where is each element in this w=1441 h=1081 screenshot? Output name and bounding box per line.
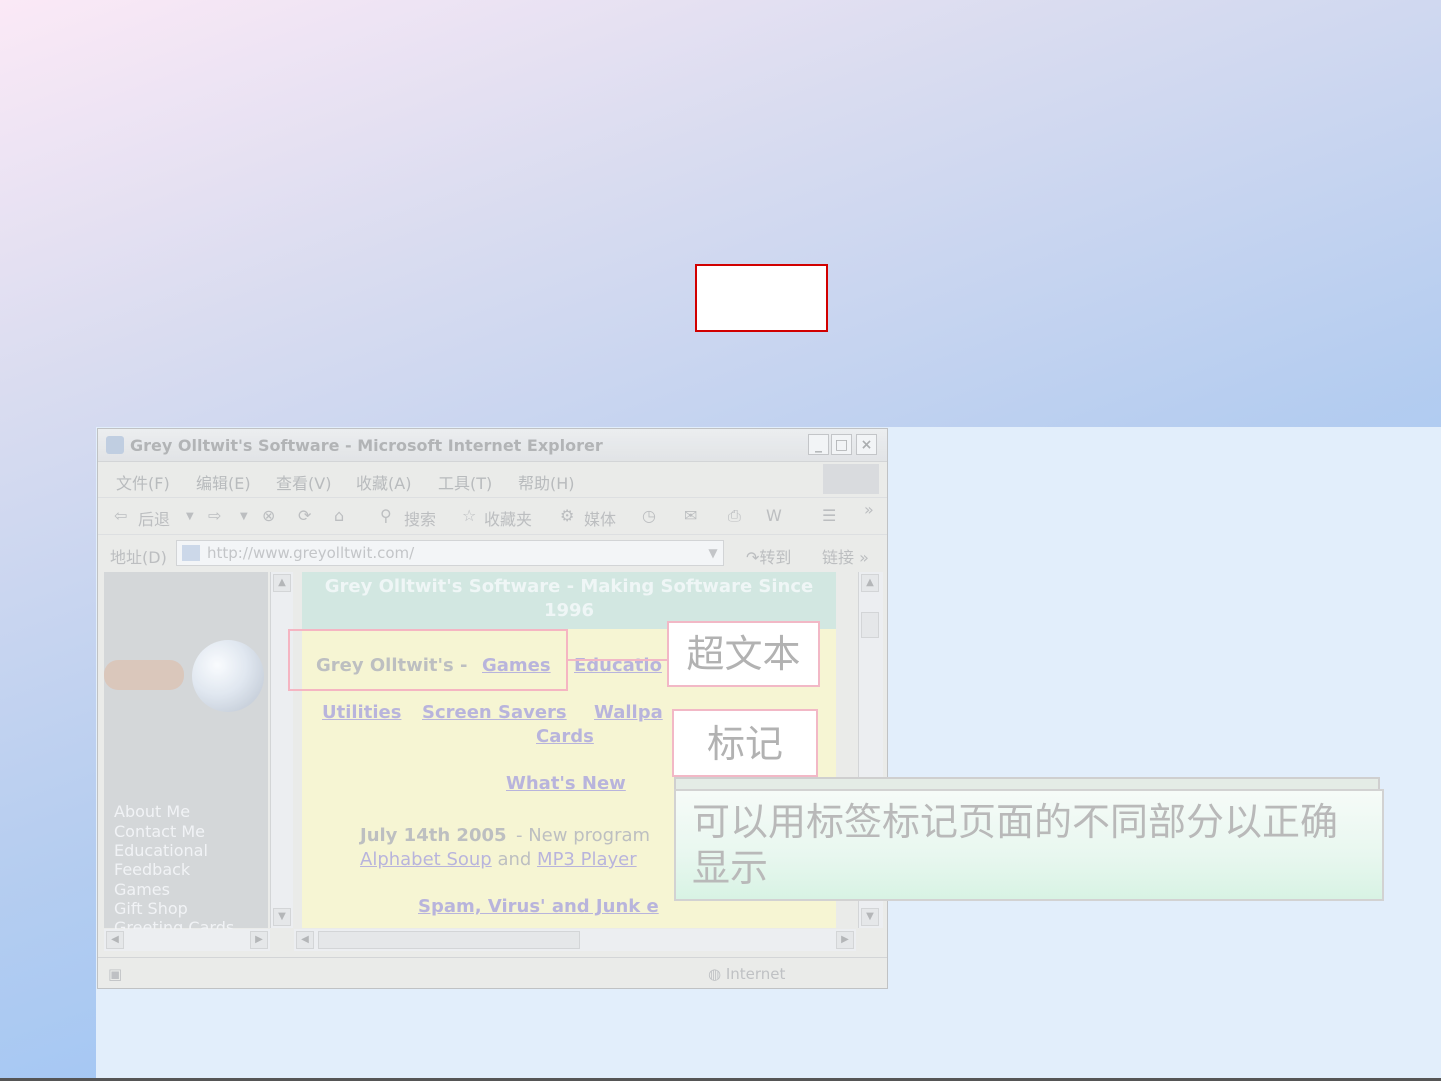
main-scroll-up-icon[interactable]: ▲ bbox=[861, 574, 879, 592]
mp3-player-link[interactable]: MP3 Player bbox=[537, 849, 637, 870]
left-frame: About Me Contact Me Educational Feedback… bbox=[104, 572, 268, 937]
forward-arrow-icon[interactable]: ⇨ bbox=[208, 506, 221, 525]
main-horizontal-scrollbar[interactable]: ◀ ▶ bbox=[294, 929, 856, 951]
media-button[interactable]: 媒体 bbox=[584, 506, 616, 530]
back-dropdown-icon[interactable]: ▼ bbox=[186, 511, 194, 522]
discuss-icon[interactable]: ☰ bbox=[822, 506, 836, 525]
main-scroll-down-icon[interactable]: ▼ bbox=[861, 908, 879, 926]
menu-view[interactable]: 查看(V) bbox=[276, 470, 331, 494]
news-links: Alphabet Soup and MP3 Player bbox=[360, 849, 637, 870]
window-title: Grey Olltwit's Software - Microsoft Inte… bbox=[130, 436, 603, 455]
stop-icon[interactable]: ⊗ bbox=[262, 506, 275, 525]
menu-help[interactable]: 帮助(H) bbox=[518, 470, 575, 494]
menu-favorites[interactable]: 收藏(A) bbox=[356, 470, 411, 494]
scroll-up-icon[interactable]: ▲ bbox=[273, 574, 291, 592]
h-scroll-left-icon[interactable]: ◀ bbox=[106, 931, 124, 949]
left-frame-scrollbar[interactable]: ▲ ▼ bbox=[270, 572, 293, 928]
utilities-link[interactable]: Utilities bbox=[322, 702, 401, 723]
alphabet-soup-link[interactable]: Alphabet Soup bbox=[360, 849, 492, 870]
brand-highlight-box bbox=[288, 629, 568, 691]
news-and: and bbox=[491, 849, 538, 870]
search-icon[interactable]: ⚲ bbox=[380, 506, 392, 525]
left-horizontal-scrollbar[interactable]: ◀ ▶ bbox=[104, 929, 270, 951]
spam-link[interactable]: Spam, Virus' and Junk e bbox=[418, 896, 659, 917]
address-dropdown-icon[interactable]: ▼ bbox=[702, 540, 724, 566]
back-button[interactable]: 后退 bbox=[138, 506, 170, 530]
address-url: http://www.greyolltwit.com/ bbox=[207, 544, 415, 562]
status-zone: ◍ Internet bbox=[708, 965, 786, 983]
page-icon bbox=[182, 545, 200, 561]
favorites-icon[interactable]: ☆ bbox=[462, 506, 476, 525]
ie-icon bbox=[106, 436, 124, 454]
menu-tools[interactable]: 工具(T) bbox=[438, 470, 492, 494]
description-note: 可以用标签标记页面的不同部分以正确显示 bbox=[674, 789, 1384, 901]
home-icon[interactable]: ⌂ bbox=[334, 506, 344, 525]
address-input[interactable]: http://www.greyolltwit.com/ bbox=[176, 540, 724, 566]
cards-link[interactable]: Cards bbox=[536, 726, 594, 747]
close-button[interactable]: × bbox=[856, 434, 877, 455]
news-date: July 14th 2005 bbox=[360, 825, 507, 846]
mail-icon[interactable]: ✉ bbox=[684, 506, 697, 525]
hand-image bbox=[104, 660, 184, 690]
whats-new-link[interactable]: What's New bbox=[506, 773, 626, 794]
back-arrow-icon[interactable]: ⇦ bbox=[114, 506, 127, 525]
links-label: 链接 bbox=[822, 548, 855, 567]
address-label: 地址(D) bbox=[110, 548, 167, 567]
toolbar-more-icon[interactable]: » bbox=[864, 500, 874, 519]
markup-callout: 标记 bbox=[672, 709, 818, 777]
forward-dropdown-icon[interactable]: ▼ bbox=[240, 511, 248, 522]
history-icon[interactable]: ◷ bbox=[642, 506, 656, 525]
scroll-down-icon[interactable]: ▼ bbox=[273, 908, 291, 926]
status-page-icon: ▣ bbox=[108, 965, 123, 983]
title-placeholder-box bbox=[695, 264, 828, 332]
status-bar: ▣ ◍ Internet bbox=[98, 957, 887, 990]
toolbar: ⇦ 后退 ▼ ⇨ ▼ ⊗ ⟳ ⌂ ⚲ 搜索 ☆ 收藏夹 ⚙ 媒体 ◷ ✉ ⎙ W… bbox=[98, 497, 887, 534]
go-button[interactable]: ↷转到 bbox=[746, 544, 791, 568]
status-zone-label: Internet bbox=[725, 965, 786, 983]
nav-educational[interactable]: Educational bbox=[114, 841, 208, 860]
main-h-scroll-right-icon[interactable]: ▶ bbox=[836, 931, 854, 949]
nav-games[interactable]: Games bbox=[114, 880, 170, 899]
print-icon[interactable]: ⎙ bbox=[728, 506, 741, 526]
search-button[interactable]: 搜索 bbox=[404, 506, 436, 530]
nav-feedback[interactable]: Feedback bbox=[114, 860, 190, 879]
main-h-scroll-thumb[interactable] bbox=[318, 931, 580, 949]
links-button[interactable]: 链接 » bbox=[822, 544, 869, 568]
news-text: - New program bbox=[516, 825, 651, 846]
menu-bar: 文件(F) 编辑(E) 查看(V) 收藏(A) 工具(T) 帮助(H) bbox=[98, 462, 887, 496]
maximize-button[interactable]: □ bbox=[831, 434, 852, 455]
main-scroll-thumb[interactable] bbox=[861, 612, 879, 638]
globe-image bbox=[192, 640, 264, 712]
screen-savers-link[interactable]: Screen Savers bbox=[422, 702, 567, 723]
windows-logo-icon bbox=[823, 464, 879, 494]
menu-edit[interactable]: 编辑(E) bbox=[196, 470, 251, 494]
hypertext-connector bbox=[568, 659, 668, 661]
favorites-button[interactable]: 收藏夹 bbox=[484, 506, 532, 530]
h-scroll-right-icon[interactable]: ▶ bbox=[250, 931, 268, 949]
menu-file[interactable]: 文件(F) bbox=[116, 470, 170, 494]
edit-word-icon[interactable]: W bbox=[766, 506, 782, 525]
main-h-scroll-left-icon[interactable]: ◀ bbox=[296, 931, 314, 949]
minimize-button[interactable]: _ bbox=[808, 434, 829, 455]
go-label: 转到 bbox=[759, 548, 792, 567]
nav-gift-shop[interactable]: Gift Shop bbox=[114, 899, 188, 918]
address-bar: 地址(D) http://www.greyolltwit.com/ ▼ ↷转到 … bbox=[98, 534, 887, 571]
hypertext-callout: 超文本 bbox=[667, 621, 820, 687]
nav-about-me[interactable]: About Me bbox=[114, 802, 190, 821]
wallpapers-link[interactable]: Wallpa bbox=[594, 702, 663, 723]
refresh-icon[interactable]: ⟳ bbox=[298, 506, 311, 525]
nav-contact-me[interactable]: Contact Me bbox=[114, 822, 205, 841]
media-icon[interactable]: ⚙ bbox=[560, 506, 574, 525]
title-bar: Grey Olltwit's Software - Microsoft Inte… bbox=[98, 429, 887, 462]
